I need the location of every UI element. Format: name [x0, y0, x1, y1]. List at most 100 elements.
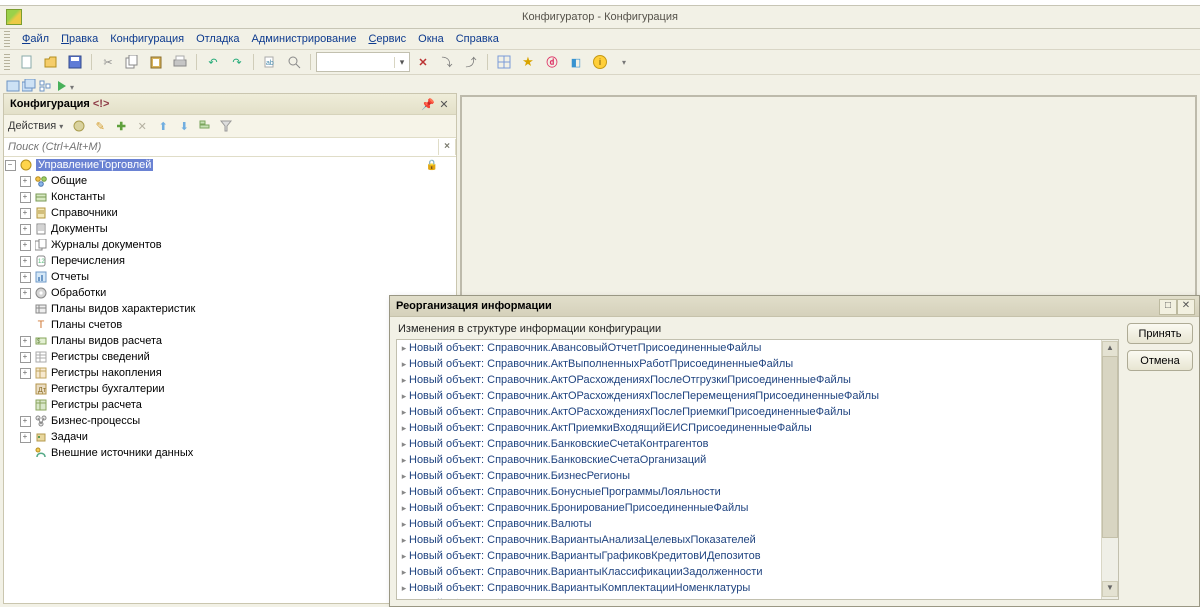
list-row[interactable]: ▸Новый объект: Справочник.БанковскиеСчет…	[397, 436, 1101, 452]
expand-icon[interactable]: +	[19, 416, 31, 427]
list-row[interactable]: ▸Новый объект: Справочник.ВариантыОтвето…	[397, 596, 1101, 599]
menu-item[interactable]: Сервис	[362, 31, 412, 47]
cut-button[interactable]: ✂	[97, 52, 119, 72]
tree-node[interactable]: +Общие	[4, 173, 456, 189]
list-row-label: Новый объект: Справочник.ВариантыКлассиф…	[409, 566, 763, 578]
pin-button[interactable]: 📌	[420, 96, 436, 112]
undo-button[interactable]: ↶	[202, 52, 224, 72]
add-button[interactable]: ✚	[112, 117, 130, 135]
paste-button[interactable]	[145, 52, 167, 72]
menu-item[interactable]: Окна	[412, 31, 450, 47]
scroll-thumb[interactable]	[1102, 356, 1118, 538]
move-down-button[interactable]: ⬇	[175, 117, 193, 135]
scroll-down-button[interactable]: ▼	[1102, 581, 1118, 597]
tree-node[interactable]: +Справочники	[4, 205, 456, 221]
expand-icon[interactable]: +	[19, 192, 31, 203]
list-row[interactable]: ▸Новый объект: Справочник.Валюты	[397, 516, 1101, 532]
help-button[interactable]: i	[589, 52, 611, 72]
menu-item[interactable]: Файл	[16, 31, 55, 47]
run-dropdown[interactable]: ▾	[70, 81, 74, 93]
grid-toggle-button[interactable]	[493, 52, 515, 72]
maximize-button[interactable]: □	[1159, 299, 1177, 315]
delete-button[interactable]: ✕	[133, 117, 151, 135]
list-row[interactable]: ▸Новый объект: Справочник.АктПриемкиВход…	[397, 420, 1101, 436]
expand-icon[interactable]: +	[19, 432, 31, 443]
expand-triangle-icon: ▸	[399, 391, 409, 402]
cancel-button[interactable]: Отмена	[1127, 350, 1193, 371]
node-icon	[33, 238, 49, 252]
expand-icon[interactable]: +	[19, 240, 31, 251]
list-row[interactable]: ▸Новый объект: Справочник.БизнесРегионы	[397, 468, 1101, 484]
find-button[interactable]: ab	[259, 52, 281, 72]
list-row[interactable]: ▸Новый объект: Справочник.АвансовыйОтчет…	[397, 340, 1101, 356]
tree-root[interactable]: − УправлениеТорговлей 🔒	[4, 157, 456, 173]
help-dropdown[interactable]: ▾	[613, 52, 635, 72]
run-client-button[interactable]: ◧	[565, 52, 587, 72]
filter-button[interactable]	[217, 117, 235, 135]
menu-item[interactable]: Конфигурация	[104, 31, 190, 47]
expand-icon[interactable]: +	[19, 272, 31, 283]
menubar: ФайлПравкаКонфигурацияОтладкаАдминистрир…	[0, 29, 1200, 50]
new-file-button[interactable]	[16, 52, 38, 72]
clear-search-button[interactable]: ✕	[412, 52, 434, 72]
menu-item[interactable]: Правка	[55, 31, 104, 47]
expand-icon[interactable]: +	[19, 368, 31, 379]
list-row[interactable]: ▸Новый объект: Справочник.ВариантыКомпле…	[397, 580, 1101, 596]
list-row[interactable]: ▸Новый объект: Справочник.ВариантыКласси…	[397, 564, 1101, 580]
list-row[interactable]: ▸Новый объект: Справочник.БонусныеПрогра…	[397, 484, 1101, 500]
redo-button[interactable]: ↷	[226, 52, 248, 72]
expand-icon[interactable]: +	[19, 352, 31, 363]
find-global-button[interactable]	[283, 52, 305, 72]
menu-item[interactable]: Отладка	[190, 31, 245, 47]
scroll-up-button[interactable]: ▲	[1102, 341, 1118, 357]
tree-node[interactable]: +12Перечисления	[4, 253, 456, 269]
changes-list[interactable]: ▸Новый объект: Справочник.АвансовыйОтчет…	[396, 339, 1119, 600]
tree-node[interactable]: +Константы	[4, 189, 456, 205]
tree-node[interactable]: +Журналы документов	[4, 237, 456, 253]
expand-icon[interactable]: +	[19, 288, 31, 299]
list-row[interactable]: ▸Новый объект: Справочник.ВариантыАнализ…	[397, 532, 1101, 548]
open-object-button[interactable]	[70, 117, 88, 135]
expand-triangle-icon: ▸	[399, 343, 409, 354]
list-row[interactable]: ▸Новый объект: Справочник.АктВыполненных…	[397, 356, 1101, 372]
actions-menu[interactable]: Действия	[8, 120, 56, 132]
list-row[interactable]: ▸Новый объект: Справочник.ВариантыГрафик…	[397, 548, 1101, 564]
toolbar-grip[interactable]	[4, 31, 10, 47]
copy-button[interactable]	[121, 52, 143, 72]
expand-icon[interactable]: +	[19, 224, 31, 235]
search-down-button[interactable]: ⤵	[436, 52, 458, 72]
node-icon	[33, 398, 49, 412]
clear-search-button[interactable]: ×	[438, 139, 456, 155]
open-file-button[interactable]	[40, 52, 62, 72]
search-combo[interactable]: ▾	[316, 52, 410, 72]
list-row[interactable]: ▸Новый объект: Справочник.АктОРасхождени…	[397, 372, 1101, 388]
tree-node[interactable]: +Документы	[4, 221, 456, 237]
list-row[interactable]: ▸Новый объект: Справочник.АктОРасхождени…	[397, 404, 1101, 420]
menu-item[interactable]: Справка	[450, 31, 505, 47]
list-row[interactable]: ▸Новый объект: Справочник.БанковскиеСчет…	[397, 452, 1101, 468]
sort-button[interactable]	[196, 117, 214, 135]
toolbar-grip[interactable]	[4, 54, 10, 70]
close-dialog-button[interactable]: ✕	[1177, 299, 1195, 315]
save-button[interactable]	[64, 52, 86, 72]
list-row[interactable]: ▸Новый объект: Справочник.АктОРасхождени…	[397, 388, 1101, 404]
expand-icon[interactable]: +	[19, 256, 31, 267]
expand-icon[interactable]: +	[19, 336, 31, 347]
menu-item[interactable]: Администрирование	[246, 31, 363, 47]
close-panel-button[interactable]: ✕	[436, 96, 452, 112]
run-debug-button[interactable]: ⓓ	[541, 52, 563, 72]
expand-icon[interactable]: +	[19, 176, 31, 187]
node-icon	[33, 222, 49, 236]
search-input[interactable]	[4, 138, 438, 156]
list-row-label: Новый объект: Справочник.БизнесРегионы	[409, 470, 630, 482]
syntax-assist-button[interactable]: ★	[517, 52, 539, 72]
search-up-button[interactable]: ⤴	[460, 52, 482, 72]
move-up-button[interactable]: ⬆	[154, 117, 172, 135]
expand-icon[interactable]: +	[19, 208, 31, 219]
print-button[interactable]	[169, 52, 191, 72]
list-row[interactable]: ▸Новый объект: Справочник.БронированиеПр…	[397, 500, 1101, 516]
edit-button[interactable]: ✎	[91, 117, 109, 135]
scrollbar[interactable]: ▲ ▼	[1101, 340, 1118, 599]
tree-node[interactable]: +Отчеты	[4, 269, 456, 285]
accept-button[interactable]: Принять	[1127, 323, 1193, 344]
